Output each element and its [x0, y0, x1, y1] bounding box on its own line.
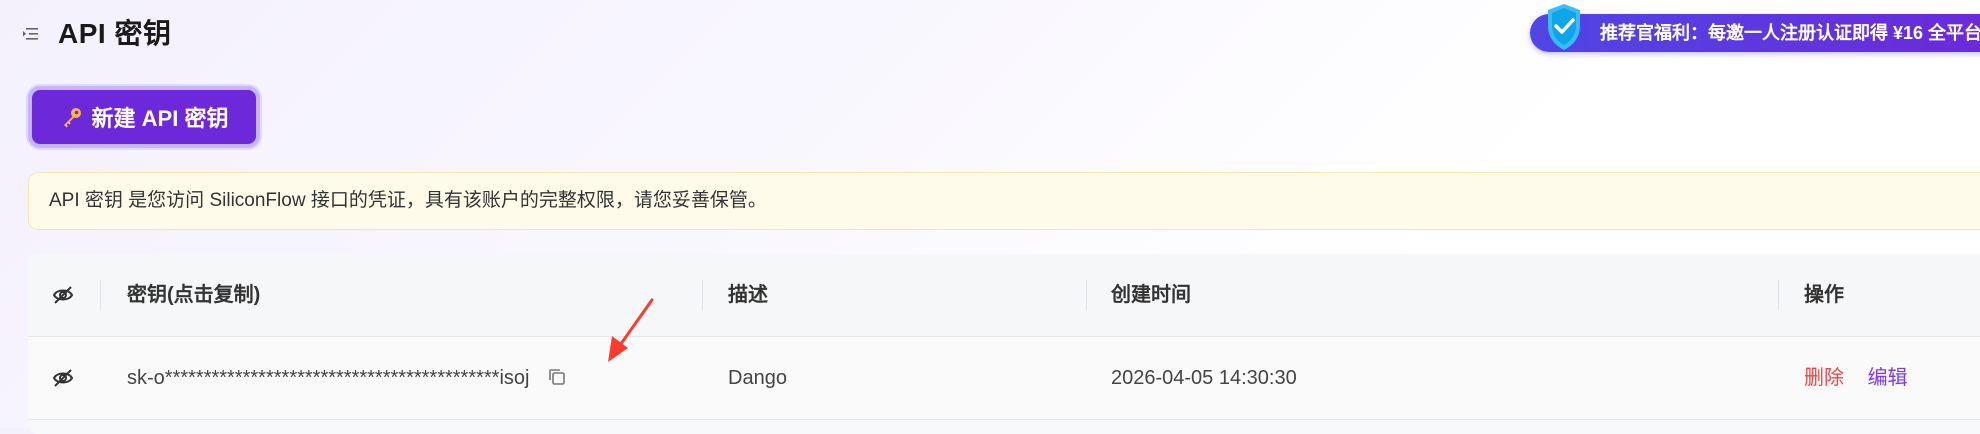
api-key-table: 密钥(点击复制) 描述 创建时间 操作 sk-o****************… — [28, 254, 1980, 434]
api-key-value[interactable]: sk-o************************************… — [127, 367, 529, 389]
menu-collapse-icon[interactable] — [22, 25, 40, 43]
page-title: API 密钥 — [58, 18, 172, 49]
edit-button[interactable]: 编辑 — [1868, 367, 1908, 389]
api-key-cell[interactable]: sk-o************************************… — [127, 337, 567, 419]
promo-banner[interactable]: 推荐官福利：每邀一人注册认证即得 ¥16 全平台 — [1530, 4, 1980, 52]
description-cell: Dango — [728, 367, 787, 389]
delete-button[interactable]: 删除 — [1804, 367, 1844, 389]
column-header-created: 创建时间 — [1111, 284, 1191, 306]
column-header-key: 密钥(点击复制) — [127, 284, 261, 306]
table-row: sk-o************************************… — [28, 337, 1980, 420]
page-header: API 密钥 推荐官福利：每邀一人注册认证即得 ¥16 全平台 — [0, 0, 1980, 68]
eye-off-icon[interactable] — [52, 368, 74, 388]
promo-text: 推荐官福利：每邀一人注册认证即得 ¥16 全平台 — [1600, 23, 1980, 43]
column-divider — [1778, 280, 1779, 310]
security-notice: API 密钥 是您访问 SiliconFlow 接口的凭证，具有该账户的完整权限… — [28, 172, 1980, 230]
shield-check-icon — [1548, 4, 1580, 50]
column-header-description: 描述 — [728, 284, 768, 306]
key-icon — [63, 108, 81, 128]
column-divider — [1086, 280, 1087, 310]
actions-cell: 删除 编辑 — [1804, 337, 1908, 419]
eye-off-icon[interactable] — [52, 285, 74, 305]
annotation-arrow-icon — [608, 298, 654, 362]
table-header-row: 密钥(点击复制) 描述 创建时间 操作 — [28, 254, 1980, 337]
new-api-key-button[interactable]: 新建 API 密钥 — [28, 86, 260, 148]
copy-icon[interactable] — [547, 367, 567, 387]
new-api-key-label: 新建 API 密钥 — [91, 106, 229, 131]
column-header-actions: 操作 — [1804, 284, 1844, 306]
notice-text: API 密钥 是您访问 SiliconFlow 接口的凭证，具有该账户的完整权限… — [49, 190, 767, 211]
column-divider — [702, 280, 703, 310]
created-time-cell: 2026-04-05 14:30:30 — [1111, 367, 1297, 389]
column-divider — [100, 280, 101, 310]
